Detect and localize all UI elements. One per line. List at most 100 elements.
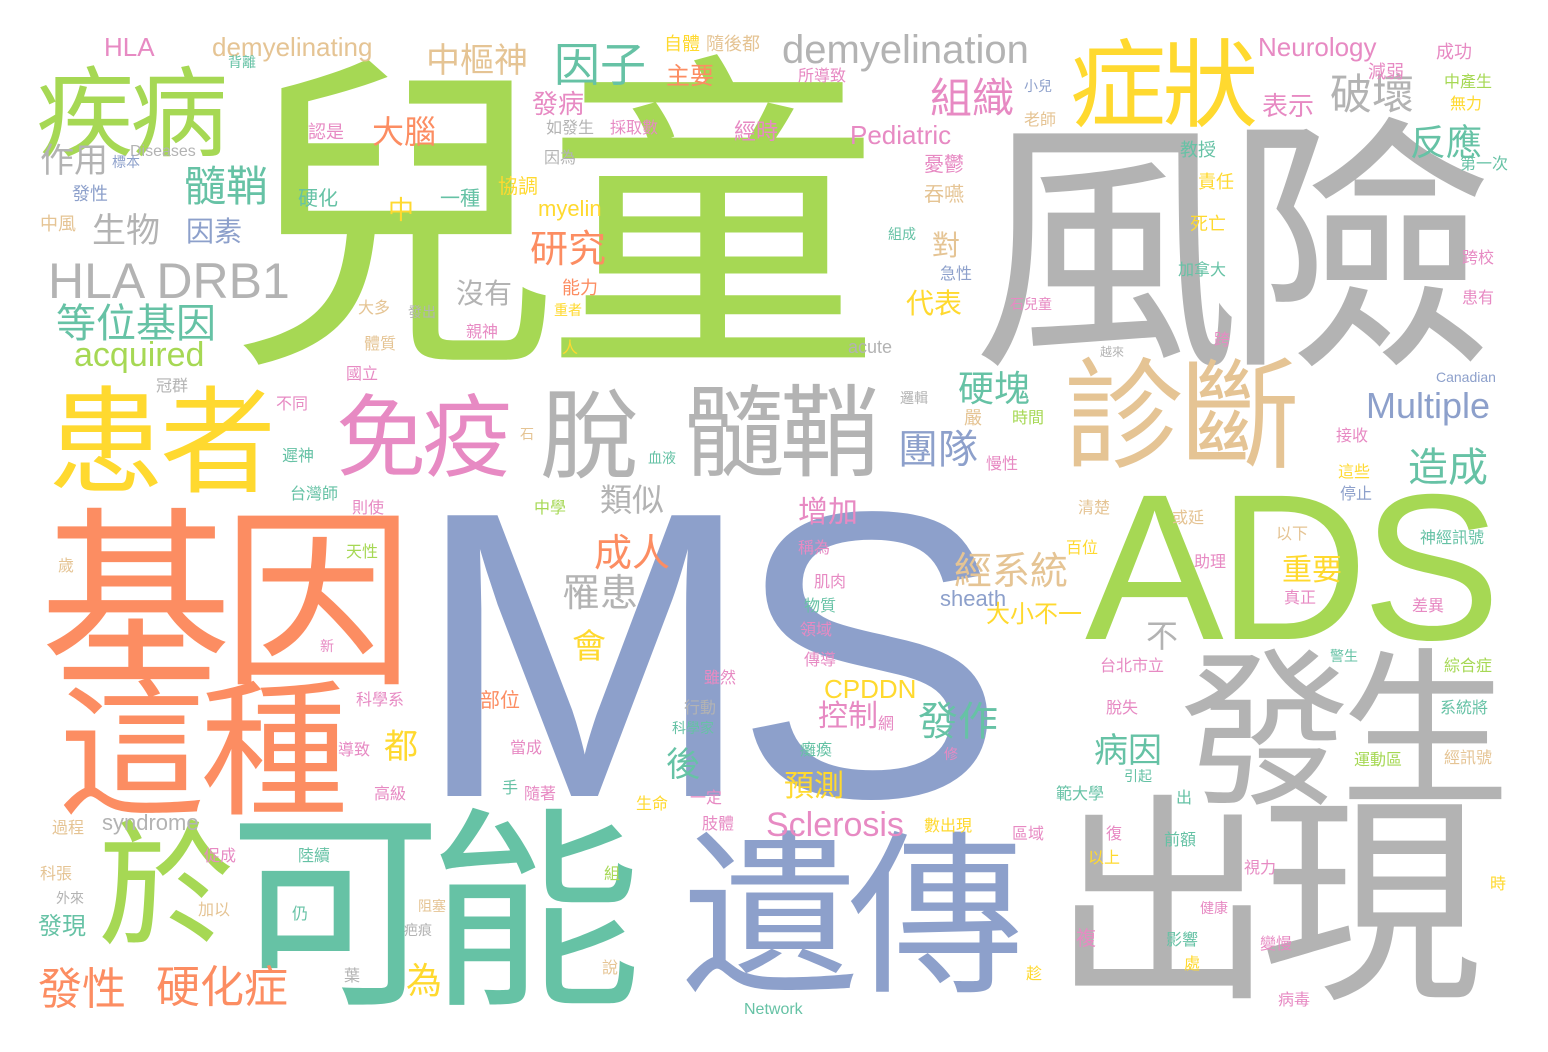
- word-huanyou: 患有: [1462, 288, 1495, 307]
- word-wei: 為: [406, 961, 443, 1002]
- word-suiran: 雖然: [704, 668, 737, 687]
- word-lingyu: 領域: [800, 620, 833, 639]
- word-butong: 不同: [276, 394, 309, 413]
- word-xiu: 修: [944, 747, 958, 763]
- word-cucheng: 促成: [204, 846, 237, 865]
- word-zhenzheng: 真正: [1284, 588, 1317, 607]
- word-wuli: 無力: [1450, 94, 1483, 113]
- word-jiayi: 加以: [198, 900, 231, 919]
- word-yuce: 預測: [784, 769, 844, 804]
- word-yinghua: 硬化: [298, 186, 338, 210]
- word-wailai: 外來: [56, 891, 84, 907]
- word-zusai: 阻塞: [418, 899, 446, 915]
- word-yichuan: 遺傳: [682, 815, 1024, 1020]
- word-yuelai: 越來: [1100, 345, 1125, 359]
- word-zaocheng: 造成: [1408, 445, 1488, 491]
- word-caiqushu: 採取數: [610, 118, 659, 137]
- word-chengren: 成人: [594, 531, 671, 575]
- word-zhongzhe: 重者: [554, 303, 582, 319]
- word-youyu: 憂鬱: [924, 152, 964, 176]
- word-lihuan: 罹患: [562, 571, 639, 615]
- word-zhenduan: 診斷: [1064, 348, 1300, 487]
- word-zengjia: 增加: [798, 495, 858, 530]
- word-manxing: 慢性: [986, 454, 1019, 473]
- word-baiwei: 百位: [1066, 538, 1099, 557]
- word-yixia: 以下: [1276, 524, 1309, 543]
- word-xingdong: 行動: [684, 698, 717, 717]
- word-yan: 嚴: [964, 408, 982, 429]
- word-luxu: 陸續: [298, 846, 331, 865]
- word-tizhi: 體質: [364, 334, 397, 353]
- word-yanjiu: 研究: [530, 227, 607, 271]
- word-huoyan: 或延: [1172, 508, 1205, 527]
- word-jiaoshou: 教授: [1180, 140, 1216, 161]
- word-bu: 不: [1146, 617, 1179, 655]
- word-yinqi: 引起: [1124, 769, 1152, 785]
- word-ren: 人: [562, 338, 579, 357]
- word-zhiti: 肢體: [702, 814, 735, 833]
- word-suizhe: 隨著: [524, 784, 557, 803]
- word-zhongxue: 中學: [534, 498, 567, 517]
- word-zucheng: 組成: [888, 227, 916, 243]
- word-biaoben: 標本: [112, 155, 140, 171]
- word-myelin: myelin: [538, 196, 602, 221]
- word-guoli: 國立: [346, 364, 379, 383]
- word-zhongyao: 重要: [1282, 553, 1342, 588]
- word-yiding: 一定: [690, 788, 723, 807]
- word-demyelination: demyelination: [782, 28, 1029, 72]
- word-shenjingxunhao: 神經訊號: [1420, 528, 1485, 547]
- word-taiwanshi: 台灣師: [290, 484, 339, 503]
- word-laoshi: 老師: [1024, 110, 1057, 129]
- word-kezhang: 科張: [40, 864, 73, 883]
- word-zhuli: 助理: [1194, 552, 1227, 571]
- word-mianyi: 免疫: [336, 386, 512, 491]
- word-diyici: 第一次: [1460, 154, 1509, 173]
- word-tanhuan: 癱瘓: [800, 740, 833, 759]
- word-meiyou: 沒有: [456, 277, 513, 310]
- word-wang: 網: [878, 714, 895, 733]
- word-chu2: 處: [1184, 954, 1201, 973]
- word-sui: 歲: [58, 556, 75, 575]
- word-tuo: 脫: [540, 380, 639, 494]
- word-zeshi: 則使: [352, 498, 385, 517]
- word-qinshen: 親神: [466, 322, 499, 341]
- word-chen: 趁: [1026, 964, 1043, 983]
- word-bingyin: 病因: [1094, 731, 1162, 771]
- word-sclerosis: Sclerosis: [766, 806, 904, 844]
- word-zhezhong: 這種: [58, 666, 348, 838]
- word-syndrome: syndrome: [102, 810, 199, 835]
- word-fazuo: 發作: [918, 699, 998, 745]
- word-zhuyao: 主要: [666, 62, 714, 90]
- word-xitongjiang: 系統將: [1440, 698, 1489, 717]
- word-xietiao: 協調: [498, 174, 538, 198]
- word-jixing: 急性: [940, 264, 973, 283]
- word-jingxitong: 經系統: [954, 549, 1069, 593]
- word-kua: 跨: [1214, 330, 1231, 349]
- word-ye: 葉: [344, 966, 361, 985]
- word-faxian: 發現: [38, 912, 86, 940]
- word-faxing-small: 發性: [72, 184, 108, 205]
- word-bianman: 變慢: [1260, 934, 1293, 953]
- word-tingzhi: 停止: [1340, 484, 1373, 503]
- word-suodaozhi: 所導致: [798, 66, 847, 85]
- word-network: Network: [744, 1001, 803, 1018]
- word-qiane: 前額: [1164, 830, 1197, 849]
- word-multiple: Multiple: [1366, 385, 1491, 426]
- word-zeren: 責任: [1198, 172, 1234, 193]
- word-shengwu: 生物: [92, 211, 160, 251]
- word-yu: 於: [98, 809, 234, 967]
- word-zhengzhuang: 症狀: [1070, 30, 1258, 142]
- word-xiaoer: 小兒: [1024, 79, 1052, 95]
- word-jianruo: 減弱: [1368, 62, 1404, 83]
- word-kongzhi: 控制: [818, 699, 878, 734]
- word-yishang: 以上: [1088, 848, 1121, 867]
- word-jingxunhao: 經訊號: [1444, 748, 1493, 767]
- word-acquired: acquired: [74, 336, 205, 374]
- word-suiqiao-small: 髓鞘: [184, 162, 269, 211]
- word-chu: 出: [1176, 788, 1193, 807]
- word-pediatric: Pediatric: [850, 120, 952, 150]
- word-neurology: Neurology: [1258, 32, 1377, 62]
- word-shengming: 生命: [636, 794, 669, 813]
- word-huanzhe: 患者: [48, 376, 276, 511]
- word-bingdu: 病毒: [1278, 990, 1311, 1009]
